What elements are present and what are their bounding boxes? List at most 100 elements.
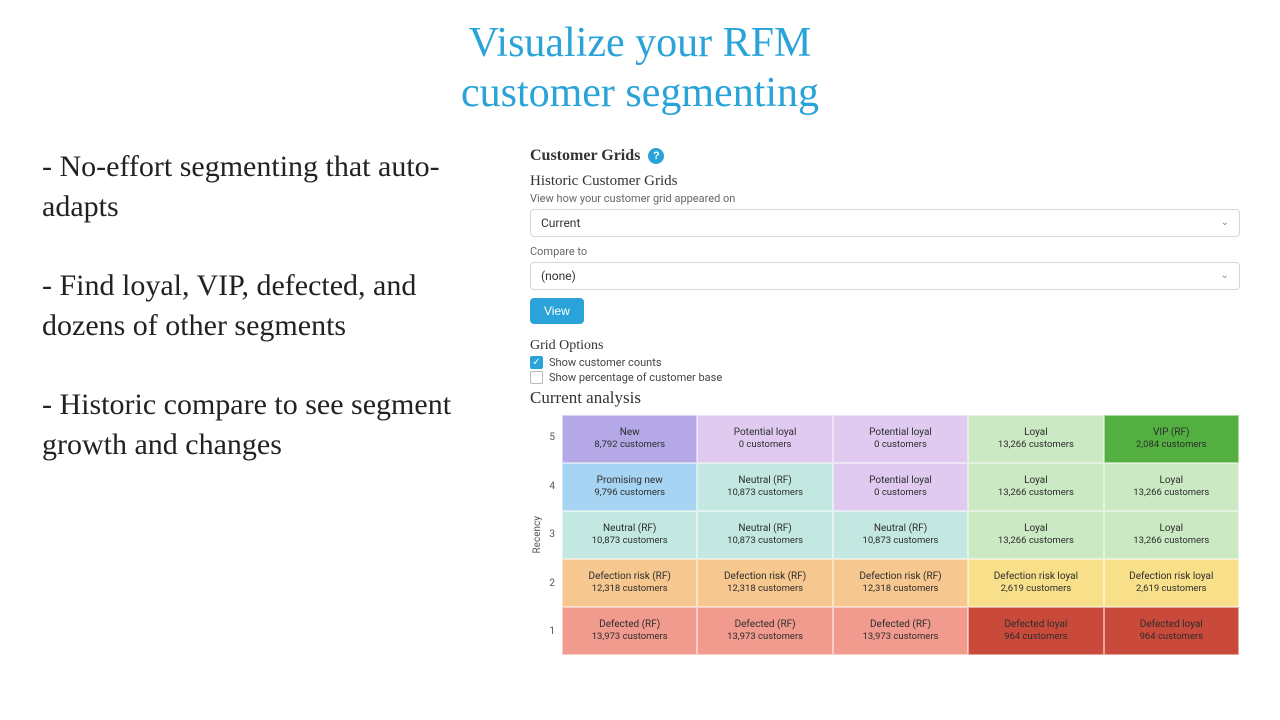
- segment-name: Loyal: [1160, 474, 1184, 487]
- option-show-counts-row: ✓ Show customer counts: [530, 356, 1240, 369]
- checkbox-show-percent[interactable]: [530, 371, 543, 384]
- panel-title: Customer Grids: [530, 147, 640, 165]
- rfm-cell[interactable]: Defected (RF)13,973 customers: [562, 607, 697, 655]
- rfm-cell[interactable]: Defection risk loyal2,619 customers: [1104, 559, 1239, 607]
- segment-count: 12,318 customers: [863, 583, 939, 595]
- segment-count: 0 customers: [874, 487, 927, 499]
- help-icon[interactable]: ?: [648, 148, 664, 164]
- bullet-1: - No-effort segmenting that auto-adapts: [42, 147, 480, 228]
- rfm-cell[interactable]: New8,792 customers: [562, 415, 697, 463]
- compare-select[interactable]: (none) ⌄: [530, 262, 1240, 290]
- segment-count: 2,084 customers: [1136, 439, 1207, 451]
- chevron-down-icon: ⌄: [1221, 270, 1229, 281]
- bullet-3: - Historic compare to see segment growth…: [42, 385, 480, 466]
- rfm-cell[interactable]: Loyal13,266 customers: [968, 463, 1103, 511]
- segment-count: 2,619 customers: [1136, 583, 1207, 595]
- segment-name: Defected loyal: [1140, 618, 1203, 631]
- feature-bullets: - No-effort segmenting that auto-adapts …: [0, 147, 500, 504]
- segment-count: 13,266 customers: [1133, 535, 1209, 547]
- rfm-cell[interactable]: Defected (RF)13,973 customers: [833, 607, 968, 655]
- compare-select-value: (none): [541, 269, 576, 283]
- rfm-cell[interactable]: Potential loyal0 customers: [697, 415, 832, 463]
- segment-name: Loyal: [1160, 522, 1184, 535]
- rfm-cell[interactable]: Defection risk (RF)12,318 customers: [833, 559, 968, 607]
- rfm-cell[interactable]: Loyal13,266 customers: [1104, 463, 1239, 511]
- date-select[interactable]: Current ⌄: [530, 209, 1240, 237]
- rfm-cell[interactable]: Neutral (RF)10,873 customers: [562, 511, 697, 559]
- segment-count: 964 customers: [1140, 631, 1203, 643]
- segment-count: 0 customers: [739, 439, 792, 451]
- rfm-cell[interactable]: Defection risk (RF)12,318 customers: [562, 559, 697, 607]
- rfm-cell[interactable]: Neutral (RF)10,873 customers: [833, 511, 968, 559]
- segment-name: Potential loyal: [734, 426, 797, 439]
- panel-title-row: Customer Grids ?: [530, 147, 1240, 165]
- segment-count: 2,619 customers: [1001, 583, 1072, 595]
- segment-name: Neutral (RF): [738, 522, 791, 535]
- rfm-cell[interactable]: Promising new9,796 customers: [562, 463, 697, 511]
- segment-count: 13,973 customers: [727, 631, 803, 643]
- segment-name: Neutral (RF): [603, 522, 656, 535]
- segment-count: 10,873 customers: [592, 535, 668, 547]
- rfm-cell[interactable]: Defected (RF)13,973 customers: [697, 607, 832, 655]
- rfm-cell[interactable]: Loyal13,266 customers: [968, 511, 1103, 559]
- rfm-cell[interactable]: Potential loyal0 customers: [833, 463, 968, 511]
- headline-line1: Visualize your RFM: [469, 20, 812, 66]
- y-tick: 3: [545, 529, 555, 540]
- segment-count: 13,266 customers: [998, 487, 1074, 499]
- segment-name: Defected loyal: [1004, 618, 1067, 631]
- rfm-cell[interactable]: VIP (RF)2,084 customers: [1104, 415, 1239, 463]
- segment-name: Defection risk (RF): [859, 570, 941, 583]
- segment-name: Neutral (RF): [738, 474, 791, 487]
- segment-name: Potential loyal: [869, 474, 932, 487]
- historic-helper: View how your customer grid appeared on: [530, 192, 1240, 205]
- chevron-down-icon: ⌄: [1221, 217, 1229, 228]
- y-tick: 2: [545, 578, 555, 589]
- y-tick: 1: [545, 626, 555, 637]
- segment-name: Potential loyal: [869, 426, 932, 439]
- bullet-2: - Find loyal, VIP, defected, and dozens …: [42, 266, 480, 347]
- rfm-cell[interactable]: Loyal13,266 customers: [1104, 511, 1239, 559]
- checkbox-show-counts[interactable]: ✓: [530, 356, 543, 369]
- segment-count: 13,266 customers: [998, 535, 1074, 547]
- segment-count: 13,973 customers: [863, 631, 939, 643]
- rfm-cell[interactable]: Defection risk (RF)12,318 customers: [697, 559, 832, 607]
- rfm-cell[interactable]: Neutral (RF)10,873 customers: [697, 511, 832, 559]
- rfm-cell[interactable]: Potential loyal0 customers: [833, 415, 968, 463]
- rfm-cell[interactable]: Defected loyal964 customers: [968, 607, 1103, 655]
- segment-count: 964 customers: [1004, 631, 1067, 643]
- segment-count: 12,318 customers: [592, 583, 668, 595]
- grid-options-title: Grid Options: [530, 338, 1240, 354]
- rfm-cell[interactable]: Loyal13,266 customers: [968, 415, 1103, 463]
- rfm-cell[interactable]: Defection risk loyal2,619 customers: [968, 559, 1103, 607]
- segment-count: 10,873 customers: [727, 487, 803, 499]
- segment-count: 0 customers: [874, 439, 927, 451]
- segment-name: New: [620, 426, 640, 439]
- segment-name: Defected (RF): [870, 618, 931, 631]
- view-button[interactable]: View: [530, 298, 584, 324]
- segment-name: Loyal: [1024, 426, 1048, 439]
- rfm-cell[interactable]: Defected loyal964 customers: [1104, 607, 1239, 655]
- segment-name: VIP (RF): [1153, 426, 1189, 439]
- page-headline: Visualize your RFM customer segmenting: [0, 0, 1280, 119]
- analysis-title: Current analysis: [530, 388, 1240, 408]
- segment-name: Promising new: [597, 474, 663, 487]
- segment-name: Defection risk loyal: [1129, 570, 1213, 583]
- segment-count: 10,873 customers: [863, 535, 939, 547]
- segment-count: 8,792 customers: [594, 439, 665, 451]
- segment-name: Defected (RF): [735, 618, 796, 631]
- y-axis-label: Recency: [530, 516, 545, 554]
- segment-name: Loyal: [1024, 474, 1048, 487]
- option-show-counts-label: Show customer counts: [549, 356, 662, 369]
- headline-line2: customer segmenting: [461, 70, 819, 116]
- y-axis-ticks: 5 4 3 2 1: [545, 414, 561, 656]
- segment-name: Neutral (RF): [874, 522, 927, 535]
- y-tick: 4: [545, 481, 555, 492]
- segment-count: 13,973 customers: [592, 631, 668, 643]
- date-select-value: Current: [541, 216, 580, 230]
- segment-count: 9,796 customers: [594, 487, 665, 499]
- rfm-grid-wrap: Recency 5 4 3 2 1 New8,792 customersPote…: [530, 414, 1240, 656]
- segment-name: Defected (RF): [599, 618, 660, 631]
- segment-name: Loyal: [1024, 522, 1048, 535]
- rfm-cell[interactable]: Neutral (RF)10,873 customers: [697, 463, 832, 511]
- segment-name: Defection risk (RF): [724, 570, 806, 583]
